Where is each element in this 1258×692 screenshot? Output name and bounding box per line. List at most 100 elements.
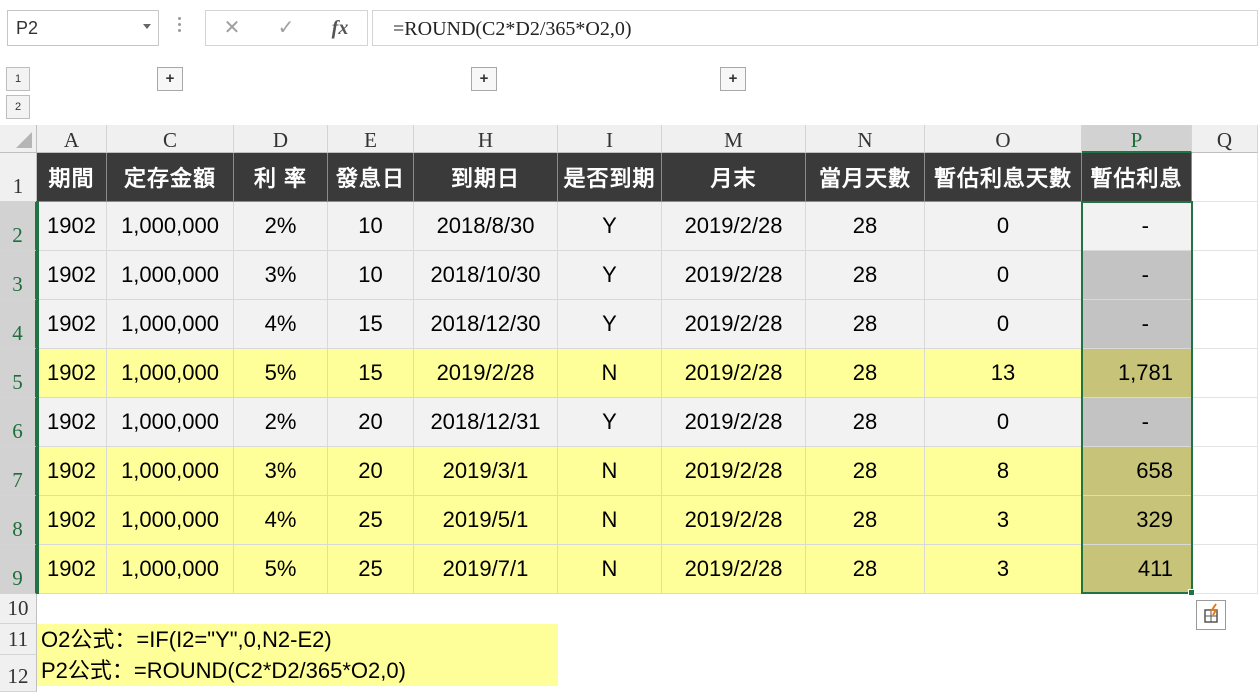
table-cell[interactable]: N xyxy=(558,349,662,398)
table-cell-active[interactable]: - xyxy=(1082,202,1192,251)
column-header[interactable]: N xyxy=(806,125,925,153)
table-cell[interactable]: 411 xyxy=(1082,545,1192,594)
table-cell[interactable]: 0 xyxy=(925,398,1082,447)
table-cell[interactable]: 28 xyxy=(806,496,925,545)
table-cell[interactable]: 28 xyxy=(806,447,925,496)
header-cell[interactable]: 定存金額 xyxy=(107,153,234,202)
table-cell[interactable]: 2019/2/28 xyxy=(662,349,806,398)
table-cell[interactable]: 2019/2/28 xyxy=(662,447,806,496)
row-header[interactable]: 11 xyxy=(0,624,37,655)
table-cell[interactable]: Y xyxy=(558,202,662,251)
table-cell[interactable]: 10 xyxy=(328,202,414,251)
table-cell[interactable]: N xyxy=(558,447,662,496)
table-cell[interactable]: 1,000,000 xyxy=(107,349,234,398)
table-cell[interactable]: 1902 xyxy=(37,496,107,545)
formula-note[interactable]: P2公式：=ROUND(C2*D2/365*O2,0) xyxy=(37,655,558,686)
column-header[interactable]: C xyxy=(107,125,234,153)
row-header[interactable]: 6 xyxy=(0,398,37,447)
empty-cell[interactable] xyxy=(1192,153,1258,202)
table-cell[interactable]: 2019/2/28 xyxy=(662,398,806,447)
table-cell[interactable]: 2019/2/28 xyxy=(662,545,806,594)
table-cell[interactable]: - xyxy=(1082,251,1192,300)
table-cell[interactable]: 28 xyxy=(806,202,925,251)
row-header[interactable]: 12 xyxy=(0,655,37,692)
table-cell[interactable]: 2019/2/28 xyxy=(662,300,806,349)
table-cell[interactable]: 2018/12/30 xyxy=(414,300,558,349)
table-cell[interactable]: 1902 xyxy=(37,545,107,594)
table-cell[interactable]: 20 xyxy=(328,398,414,447)
outline-level-2-button[interactable]: 2 xyxy=(6,95,30,119)
table-cell[interactable]: Y xyxy=(558,398,662,447)
table-cell[interactable]: 1,000,000 xyxy=(107,300,234,349)
table-cell[interactable]: 3% xyxy=(234,447,328,496)
table-cell[interactable]: 13 xyxy=(925,349,1082,398)
table-cell[interactable]: 2018/8/30 xyxy=(414,202,558,251)
column-header[interactable]: H xyxy=(414,125,558,153)
row-header[interactable]: 7 xyxy=(0,447,37,496)
table-cell[interactable]: 1902 xyxy=(37,349,107,398)
row-header[interactable]: 5 xyxy=(0,349,37,398)
table-cell[interactable]: 2019/5/1 xyxy=(414,496,558,545)
table-cell[interactable]: 1,000,000 xyxy=(107,447,234,496)
column-header[interactable]: I xyxy=(558,125,662,153)
row-header[interactable]: 2 xyxy=(0,202,37,251)
table-cell[interactable]: 0 xyxy=(925,251,1082,300)
header-cell[interactable]: 當月天數 xyxy=(806,153,925,202)
empty-cell[interactable] xyxy=(1192,398,1258,447)
row-header[interactable]: 9 xyxy=(0,545,37,594)
table-cell[interactable]: 15 xyxy=(328,300,414,349)
expand-group-button[interactable]: + xyxy=(471,67,497,91)
column-header-selected[interactable]: P xyxy=(1082,125,1192,153)
table-cell[interactable]: 28 xyxy=(806,545,925,594)
column-header[interactable]: A xyxy=(37,125,107,153)
table-cell[interactable]: 0 xyxy=(925,300,1082,349)
table-cell[interactable]: 2019/2/28 xyxy=(414,349,558,398)
table-cell[interactable]: 28 xyxy=(806,251,925,300)
table-cell[interactable]: 28 xyxy=(806,398,925,447)
chevron-down-icon[interactable] xyxy=(143,24,151,29)
column-header[interactable]: M xyxy=(662,125,806,153)
header-cell[interactable]: 是否到期 xyxy=(558,153,662,202)
column-header[interactable]: D xyxy=(234,125,328,153)
select-all-button[interactable] xyxy=(0,125,37,153)
table-cell[interactable]: 3 xyxy=(925,545,1082,594)
table-cell[interactable]: 2019/2/28 xyxy=(662,202,806,251)
header-cell[interactable]: 發息日 xyxy=(328,153,414,202)
row-header[interactable]: 8 xyxy=(0,496,37,545)
table-cell[interactable]: 2019/3/1 xyxy=(414,447,558,496)
table-cell[interactable]: 1902 xyxy=(37,300,107,349)
formula-input[interactable]: =ROUND(C2*D2/365*O2,0) xyxy=(372,10,1258,46)
table-cell[interactable]: 2018/12/31 xyxy=(414,398,558,447)
enter-icon[interactable]: ✓ xyxy=(266,14,306,42)
table-cell[interactable]: 1,781 xyxy=(1082,349,1192,398)
table-cell[interactable]: 10 xyxy=(328,251,414,300)
table-cell[interactable]: 1,000,000 xyxy=(107,496,234,545)
table-cell[interactable]: 2019/2/28 xyxy=(662,496,806,545)
table-cell[interactable]: 1902 xyxy=(37,202,107,251)
table-cell[interactable]: 2018/10/30 xyxy=(414,251,558,300)
table-cell[interactable]: 1,000,000 xyxy=(107,545,234,594)
table-cell[interactable]: 3% xyxy=(234,251,328,300)
outline-level-1-button[interactable]: 1 xyxy=(6,67,30,91)
table-cell[interactable]: 1,000,000 xyxy=(107,251,234,300)
table-cell[interactable]: 2019/7/1 xyxy=(414,545,558,594)
table-cell[interactable]: Y xyxy=(558,300,662,349)
table-cell[interactable]: 28 xyxy=(806,300,925,349)
empty-cell[interactable] xyxy=(1192,496,1258,545)
table-cell[interactable]: 5% xyxy=(234,349,328,398)
table-cell[interactable]: - xyxy=(1082,300,1192,349)
header-cell[interactable]: 暫估利息天數 xyxy=(925,153,1082,202)
table-cell[interactable]: N xyxy=(558,496,662,545)
empty-cell[interactable] xyxy=(1192,349,1258,398)
header-cell[interactable]: 月末 xyxy=(662,153,806,202)
header-cell[interactable]: 暫估利息 xyxy=(1082,153,1192,202)
table-cell[interactable]: 20 xyxy=(328,447,414,496)
table-cell[interactable]: - xyxy=(1082,398,1192,447)
table-cell[interactable]: 2% xyxy=(234,202,328,251)
row-header[interactable]: 3 xyxy=(0,251,37,300)
table-cell[interactable]: 4% xyxy=(234,496,328,545)
table-cell[interactable]: 2% xyxy=(234,398,328,447)
row-header[interactable]: 10 xyxy=(0,594,37,624)
table-cell[interactable]: 1,000,000 xyxy=(107,398,234,447)
expand-group-button[interactable]: + xyxy=(720,67,746,91)
